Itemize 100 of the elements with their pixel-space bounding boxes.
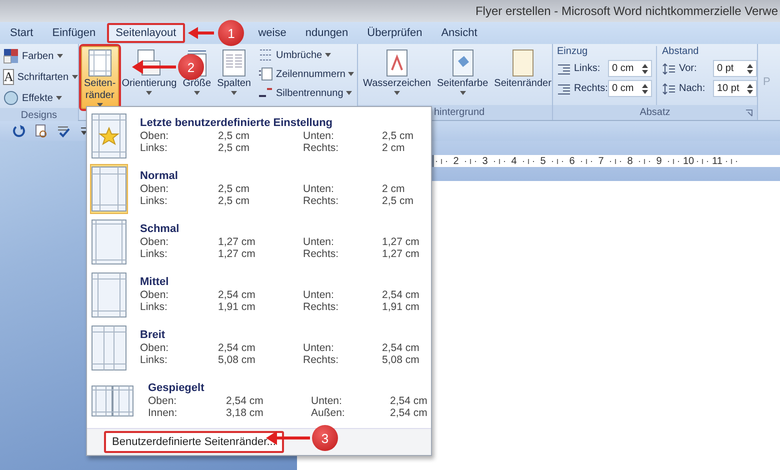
hyphen-icon <box>256 86 273 100</box>
margin-option[interactable]: Mittel Oben: 2,54 cm Unten: 2,54 cm Links: 1,91 cm Rechts: 1,91 cm <box>87 268 431 321</box>
ruler[interactable]: 2 3 4 5 6 7 8 9 10 11 <box>432 155 780 167</box>
spin-field[interactable]: 0 pt <box>713 60 757 77</box>
line-spacing-icon <box>662 82 676 94</box>
margin-value: Rechts: <box>303 195 340 208</box>
margin-value: Links: <box>140 248 168 260</box>
ribbon-button[interactable]: Seitenfarbe <box>434 46 492 105</box>
field-label: Links: <box>574 63 602 74</box>
option-title: Gespiegelt <box>148 382 206 394</box>
ribbon-tab[interactable]: Überprüfen <box>359 24 430 42</box>
ruler-number: 3 <box>481 156 489 166</box>
field-label: Rechts: <box>574 83 605 94</box>
ribbon-button[interactable]: Effekte <box>2 88 76 108</box>
ribbon-tab[interactable]: ndungen <box>297 24 356 42</box>
margin-value: 2,5 cm <box>382 195 415 208</box>
indent-icon <box>557 62 571 74</box>
line-spacing-icon <box>662 62 676 74</box>
section-label: Einzug <box>557 46 589 57</box>
color-swatch-icon <box>3 48 19 64</box>
page-icon <box>86 49 113 77</box>
margin-value: 1,27 cm <box>382 248 420 260</box>
ribbon-tab[interactable]: Einfügen <box>44 24 104 42</box>
margin-value: Oben: <box>140 182 170 195</box>
margin-value: 2,54 cm <box>218 342 256 354</box>
margin-value: Unten: <box>303 182 335 195</box>
ruler-number: 5 <box>539 156 547 166</box>
field-label: Nach: <box>679 83 706 94</box>
margin-option[interactable]: Gespiegelt Oben: 2,54 cm Unten: 2,54 cm Innen: 3,18 cm Außen: 2,54 cm <box>87 374 431 427</box>
spin-field[interactable]: 10 pt <box>713 80 757 97</box>
spin-field[interactable]: 0 cm <box>608 80 652 97</box>
ribbon-button[interactable]: Spalten <box>214 46 254 109</box>
indent-icon <box>557 82 571 94</box>
margin-value: 1,27 cm <box>218 236 256 248</box>
margin-value: Außen: <box>311 407 346 420</box>
margin-value: 2,5 cm <box>218 130 251 142</box>
margin-value: 2 cm <box>382 142 406 154</box>
margin-value: 5,08 cm <box>218 354 256 366</box>
margin-value: Links: <box>140 301 168 314</box>
margin-value: 2,54 cm <box>390 407 428 420</box>
margin-value: 2,54 cm <box>218 288 256 301</box>
ribbon-button[interactable]: Zeilennummern <box>256 65 356 83</box>
caret-icon <box>460 91 466 95</box>
margin-value: 2,54 cm <box>226 394 264 407</box>
margin-value: 5,08 cm <box>382 354 420 366</box>
caret-icon <box>325 53 332 57</box>
margin-value: 2,54 cm <box>382 342 420 354</box>
field-label: Vor: <box>679 63 698 74</box>
margin-option[interactable]: Letzte benutzerdefinierte Einstellung Oben: 2,5 cm Unten: 2,5 cm Links: 2,5 cm Rechts: 2 cm <box>87 109 431 162</box>
margin-option[interactable]: Breit Oben: 2,54 cm Unten: 2,54 cm Links: 5,08 cm Rechts: 5,08 cm <box>87 321 431 374</box>
spin-field[interactable]: 0 cm <box>608 60 652 77</box>
margin-value: 1,91 cm <box>218 301 256 314</box>
group-label: hintergrund <box>434 107 485 118</box>
ribbon-tab[interactable]: weise <box>250 24 294 42</box>
page-margins-icon <box>91 272 127 318</box>
margin-value: 1,27 cm <box>382 236 420 248</box>
dialog-launcher-icon[interactable] <box>745 109 753 117</box>
margin-option[interactable]: Normal Oben: 2,5 cm Unten: 2 cm Links: 2,5 cm Rechts: 2,5 cm <box>87 162 431 215</box>
window-title: Flyer erstellen - Microsoft Word nichtkommerzielle Verwe <box>475 4 779 18</box>
margin-value: Oben: <box>140 342 170 354</box>
option-title: Letzte benutzerdefinierte Einstellung <box>140 116 334 130</box>
paint-bucket-icon <box>450 49 476 77</box>
ribbon-tab[interactable]: Start <box>2 24 42 42</box>
letter-icon: A <box>3 69 14 85</box>
margin-option[interactable]: Schmal Oben: 1,27 cm Unten: 1,27 cm Links: 1,27 cm Rechts: 1,27 cm <box>87 215 431 268</box>
menu-item[interactable]: Benutzerdefinierte Seitenränder... <box>104 431 284 453</box>
numbered-lines-icon <box>256 67 273 81</box>
margin-value: 2,54 cm <box>382 288 420 301</box>
spellcheck-icon[interactable] <box>56 124 72 138</box>
ribbon-button[interactable]: Seitenränder <box>491 46 554 105</box>
spinner-arrows-icon <box>747 64 753 74</box>
caret-icon <box>56 96 62 100</box>
section-label: Abstand <box>662 46 700 57</box>
margin-value: Links: <box>140 354 168 366</box>
columns-icon <box>221 49 248 77</box>
margin-value: 2,5 cm <box>382 130 415 142</box>
ribbon-tab[interactable]: Seitenlayout <box>106 23 186 43</box>
print-preview-icon[interactable] <box>34 124 48 138</box>
ruler-number: 2 <box>452 156 460 166</box>
ruler-number: 4 <box>510 156 518 166</box>
ribbon-button[interactable]: Silbentrennung <box>256 84 356 102</box>
page-margins-icon <box>91 166 127 212</box>
margin-value: Unten: <box>303 342 335 354</box>
ribbon-button[interactable]: Farben <box>2 46 76 66</box>
caret-icon <box>231 91 238 95</box>
margin-value: 3,18 cm <box>226 407 264 420</box>
caret-icon <box>348 72 354 76</box>
margin-value: 2,5 cm <box>218 142 251 154</box>
margin-value: Innen: <box>148 407 178 420</box>
ribbon-button[interactable]: Seiten- ränder <box>81 46 119 109</box>
redo-icon[interactable] <box>12 124 26 138</box>
ribbon-button[interactable]: Umbrüche <box>256 46 356 64</box>
ribbon-button[interactable]: Wasserzeichen <box>360 46 434 105</box>
step-badge: 1 <box>218 20 244 46</box>
ribbon-tab[interactable]: Ansicht <box>433 24 486 42</box>
margin-value: Oben: <box>140 236 170 248</box>
spinner-arrows-icon <box>642 64 648 74</box>
ribbon-button[interactable]: A Schriftarten <box>2 67 76 87</box>
customize-icon[interactable] <box>80 126 88 136</box>
ruler-number: 11 <box>712 156 722 166</box>
